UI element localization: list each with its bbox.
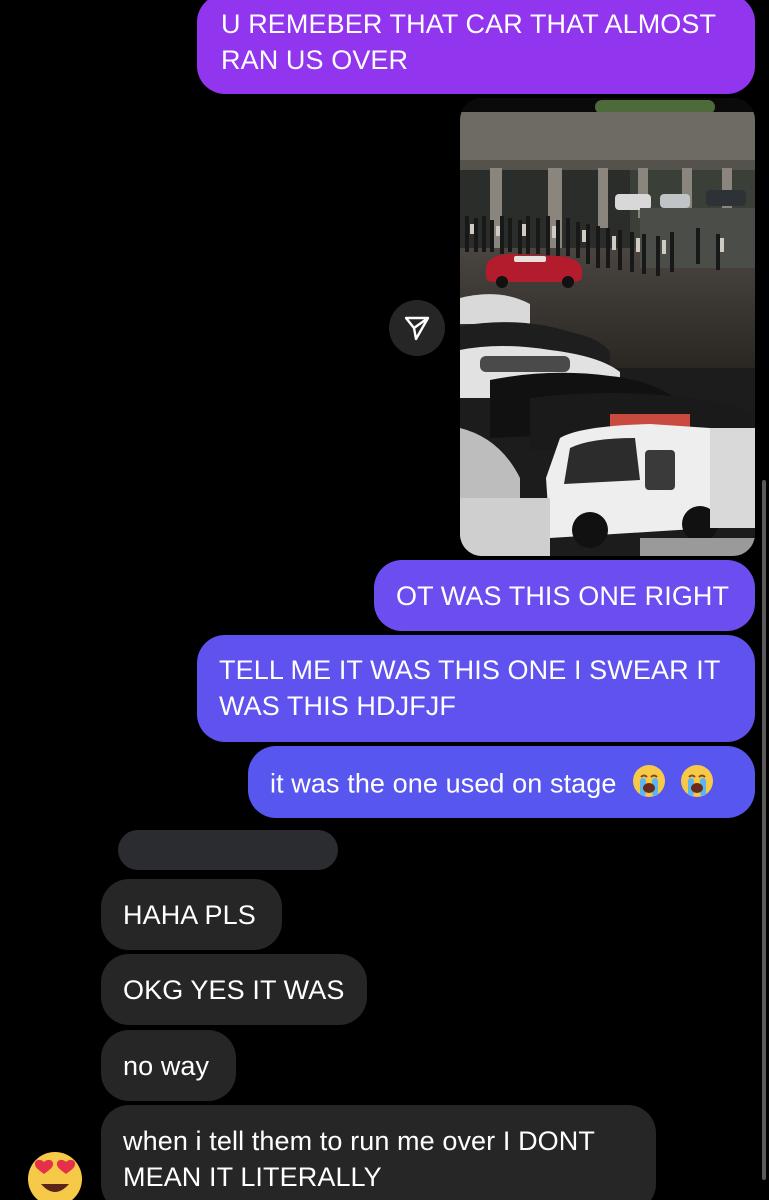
received-message-bubble[interactable]: when i tell them to run me over I DONT M…	[101, 1105, 656, 1200]
redacted-reply-preview	[118, 830, 338, 870]
message-text: TELL ME IT WAS THIS ONE I SWEAR IT WAS T…	[219, 655, 720, 721]
message-text: it was the one used on stage	[270, 768, 617, 799]
sender-avatar[interactable]	[26, 1150, 84, 1200]
message-text: U REMEBER THAT CAR THAT ALMOST RAN US OV…	[221, 9, 716, 75]
loudly-crying-face-icon	[680, 764, 714, 807]
share-button[interactable]	[389, 300, 445, 356]
received-message-bubble[interactable]: OKG YES IT WAS	[101, 954, 367, 1025]
chat-screen: U REMEBER THAT CAR THAT ALMOST RAN US OV…	[0, 0, 769, 1200]
message-text: OT WAS THIS ONE RIGHT	[396, 581, 730, 611]
message-text: OKG YES IT WAS	[123, 975, 345, 1005]
send-arrow-icon	[404, 316, 430, 341]
received-message-bubble[interactable]: no way	[101, 1030, 236, 1101]
sent-message-bubble[interactable]: TELL ME IT WAS THIS ONE I SWEAR IT WAS T…	[197, 635, 755, 742]
sent-message-bubble[interactable]: it was the one used on stage	[248, 746, 755, 818]
smiling-face-heart-eyes-icon	[28, 1152, 82, 1200]
received-message-bubble[interactable]: HAHA PLS	[101, 879, 282, 950]
message-text: when i tell them to run me over I DONT M…	[123, 1126, 595, 1192]
scrollbar[interactable]	[762, 480, 766, 1180]
message-text: no way	[123, 1051, 210, 1081]
message-text: HAHA PLS	[123, 900, 256, 930]
shared-video-preview[interactable]	[460, 98, 755, 556]
white-truck	[546, 414, 755, 548]
sent-message-bubble[interactable]: OT WAS THIS ONE RIGHT	[374, 560, 755, 631]
loudly-crying-face-icon	[632, 764, 666, 807]
sent-message-bubble[interactable]: U REMEBER THAT CAR THAT ALMOST RAN US OV…	[197, 0, 755, 94]
video-thumbnail	[460, 98, 755, 556]
